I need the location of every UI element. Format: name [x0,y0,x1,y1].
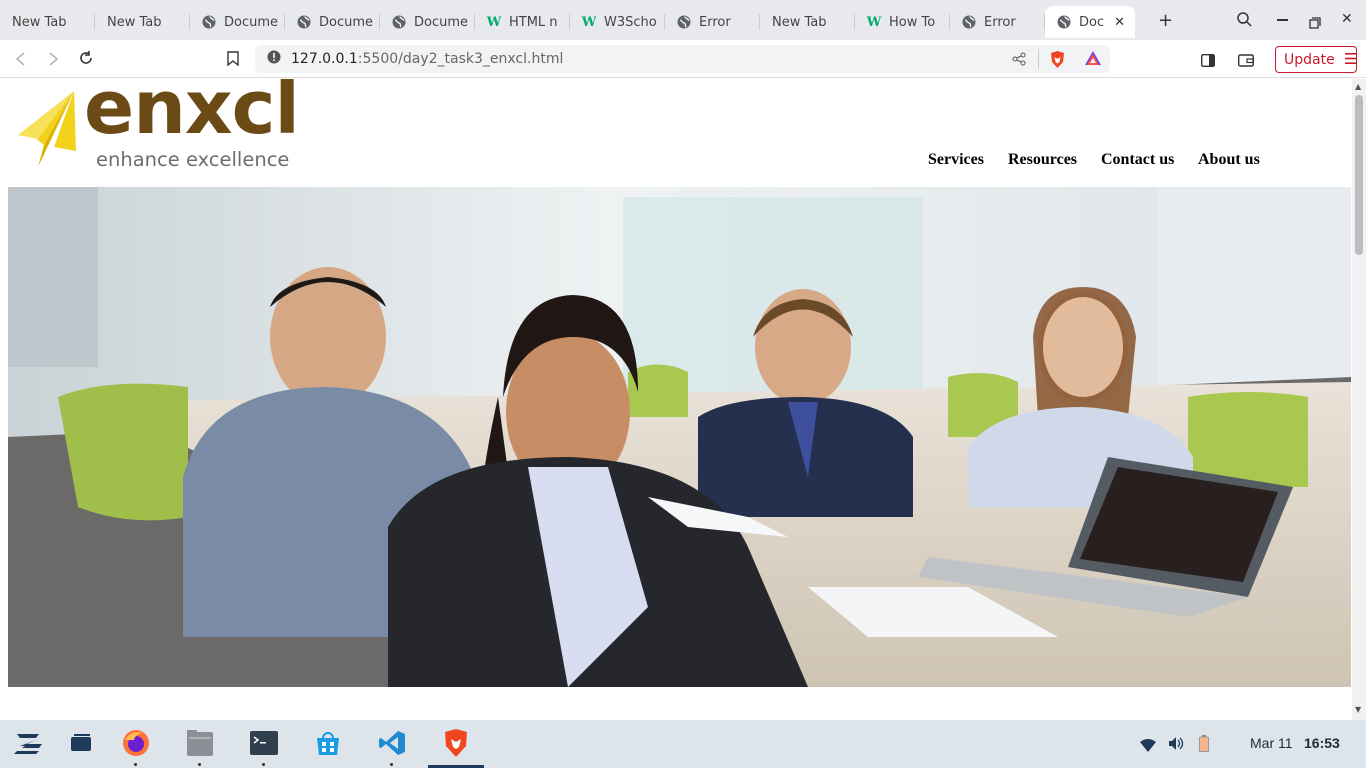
tab-label: W3Scho [604,14,657,30]
tab-label: Error [699,14,731,30]
files-icon[interactable] [185,728,215,766]
hero-image [8,187,1351,687]
tab-active[interactable]: Doc ✕ [1045,6,1135,38]
update-label: Update [1284,51,1335,68]
tab-label: Docume [224,14,279,30]
firefox-icon[interactable] [121,728,151,766]
tab[interactable]: W W3Scho [570,6,665,38]
terminal-icon[interactable] [249,728,279,766]
hero-illustration [8,187,1351,687]
tab-label: New Tab [12,14,67,30]
scroll-down-icon[interactable]: ▼ [1355,705,1361,714]
search-tabs-icon[interactable] [1237,12,1252,31]
divider [1038,49,1039,69]
site-info-icon[interactable] [267,50,281,68]
tab-strip: New Tab New Tab Docume Docume Docume W HT… [0,0,1366,40]
battery-icon[interactable] [1199,735,1209,756]
logo-word: enxcl [84,79,300,151]
brave-browser-icon[interactable] [441,728,471,758]
tab-label: New Tab [772,14,827,30]
nav-services[interactable]: Services [928,151,984,169]
web-page: enxcl enhance excellence Services Resour… [0,79,1352,720]
running-indicator [262,763,265,766]
tab-label: Error [984,14,1016,30]
nav-contact-us[interactable]: Contact us [1101,151,1174,169]
browser-toolbar: 127.0.0.1:5500/day2_task3_enxcl.html Upd… [0,40,1366,78]
tab[interactable]: Docume [190,6,285,38]
running-indicator [390,763,393,766]
close-tab-icon[interactable]: ✕ [1114,15,1125,30]
site-logo[interactable]: enxcl enhance excellence [14,79,306,175]
globe-icon [1057,15,1071,29]
nav-resources[interactable]: Resources [1008,151,1077,169]
tab-label: How To [889,14,936,30]
tab[interactable]: Error [665,6,760,38]
globe-icon [962,15,976,29]
menu-icon[interactable] [1344,52,1357,68]
update-button[interactable]: Update [1275,46,1357,73]
tab[interactable]: W How To [855,6,950,38]
tab-label: Doc [1079,14,1105,30]
clock-date[interactable]: Mar 11 [1250,735,1293,751]
new-tab-icon[interactable]: + [1158,10,1173,31]
tab-label: New Tab [107,14,162,30]
scroll-up-icon[interactable]: ▲ [1355,82,1361,91]
globe-icon [297,15,311,29]
tab-label: Docume [414,14,469,30]
workspaces-icon[interactable] [66,728,96,758]
tab-label: HTML n [509,14,558,30]
zorin-menu-icon[interactable] [13,728,43,758]
forward-icon[interactable] [46,51,60,70]
url-host: 127.0.0.1 [291,51,358,67]
paper-plane-icon [18,91,76,167]
page-scrollbar[interactable]: ▲ ▼ [1352,79,1366,720]
running-indicator [198,763,201,766]
back-icon[interactable] [14,51,28,70]
tab[interactable]: New Tab [0,6,95,38]
address-bar[interactable]: 127.0.0.1:5500/day2_task3_enxcl.html [255,45,1110,73]
bookmark-icon[interactable] [227,51,239,70]
logo-tagline: enhance excellence [96,148,290,171]
wifi-icon[interactable] [1140,737,1156,756]
minimize-icon[interactable] [1277,19,1288,21]
clock-time[interactable]: 16:53 [1304,735,1340,751]
sidebar-icon[interactable] [1200,52,1216,71]
maximize-icon[interactable] [1309,14,1321,33]
volume-icon[interactable] [1168,736,1184,755]
share-icon[interactable] [1012,52,1026,70]
software-store-icon[interactable] [313,728,343,758]
wallet-icon[interactable] [1237,52,1255,71]
globe-icon [392,15,406,29]
tab-label: Docume [319,14,374,30]
w3schools-icon: W [581,14,597,30]
vscode-icon[interactable] [377,728,407,766]
scroll-thumb[interactable] [1355,95,1363,255]
taskbar: Mar 11 16:53 [0,720,1366,768]
globe-icon [677,15,691,29]
running-indicator [134,763,137,766]
tab[interactable]: W HTML n [475,6,570,38]
reload-icon[interactable] [78,50,94,70]
nav-about-us[interactable]: About us [1198,151,1260,169]
tab[interactable]: Docume [380,6,475,38]
globe-icon [202,15,216,29]
tab[interactable]: Docume [285,6,380,38]
w3schools-icon: W [866,14,882,30]
brave-shields-icon[interactable] [1049,50,1066,73]
tab[interactable]: Error [950,6,1045,38]
tab[interactable]: New Tab [760,6,855,38]
brave-rewards-icon[interactable] [1084,50,1102,71]
tab[interactable]: New Tab [95,6,190,38]
close-window-icon[interactable]: ✕ [1341,11,1353,27]
w3schools-icon: W [486,14,502,30]
url-path: :5500/day2_task3_enxcl.html [357,51,564,67]
